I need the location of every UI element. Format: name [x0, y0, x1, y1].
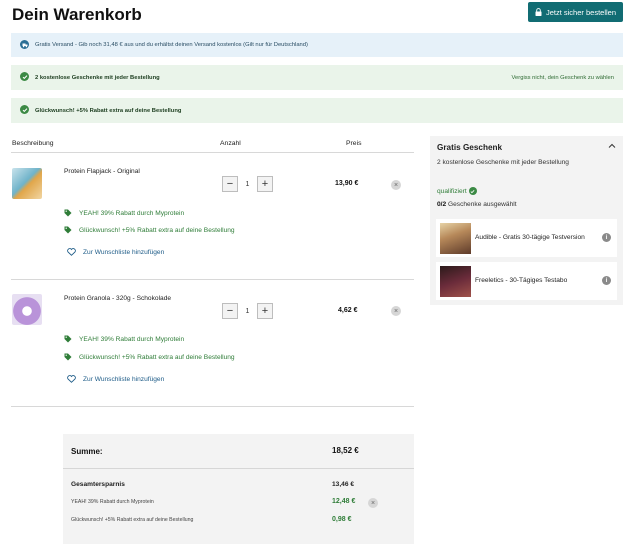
total-value: 18,52 €: [332, 446, 359, 455]
wishlist-label: Zur Wunschliste hinzufügen: [83, 375, 165, 383]
promo-text: Glückwunsch! +5% Rabatt extra auf deine …: [79, 226, 235, 234]
gift-option-audible[interactable]: Audible - Gratis 30-tägige Testversion i: [436, 219, 617, 257]
qualified-status: qualifiziert: [437, 187, 477, 195]
remove-item-button[interactable]: ×: [391, 180, 401, 190]
gift-image: [440, 265, 471, 297]
savings-row-value: 12,48 €: [332, 498, 356, 505]
free-gift-title: Gratis Geschenk: [437, 143, 503, 152]
gifts-selected-number: 0/2: [437, 201, 447, 208]
gift-reminder-link[interactable]: Vergiss nicht, dein Geschenk zu wählen: [512, 75, 614, 81]
gifts-selected-suffix: Geschenke ausgewählt: [446, 201, 517, 208]
decrease-quantity-button[interactable]: −: [222, 176, 238, 192]
rebate-banner: Glückwunsch! +5% Rabatt extra auf deine …: [11, 98, 623, 123]
checkout-button[interactable]: Jetzt sicher bestellen: [528, 2, 623, 22]
product-name[interactable]: Protein Granola - 320g - Schokolade: [64, 295, 171, 302]
check-icon: [20, 105, 29, 114]
tag-icon: [64, 353, 72, 361]
wishlist-label: Zur Wunschliste hinzufügen: [83, 248, 165, 256]
chevron-up-icon[interactable]: [607, 141, 617, 151]
shipping-banner-text: Gratis Versand - Gib noch 31,48 € aus un…: [35, 42, 308, 48]
gift-option-freeletics[interactable]: Freeletics - 30-Tägiges Testabo i: [436, 262, 617, 300]
quantity-stepper: − 1 +: [222, 303, 273, 319]
product-name[interactable]: Protein Flapjack - Original: [64, 168, 140, 175]
column-quantity: Anzahl: [220, 140, 241, 147]
total-label: Summe:: [71, 447, 103, 456]
gifts-banner: 2 kostenlose Geschenke mit jeder Bestell…: [11, 65, 623, 90]
increase-quantity-button[interactable]: +: [257, 176, 273, 192]
divider: [11, 152, 414, 153]
savings-label: Gesamtersparnis: [71, 481, 125, 488]
product-image-flapjack[interactable]: [12, 168, 42, 199]
column-description: Beschreibung: [12, 140, 54, 147]
promo-line: Glückwunsch! +5% Rabatt extra auf deine …: [64, 226, 235, 234]
promo-text: YEAH! 39% Rabatt durch Myprotein: [79, 335, 185, 343]
product-image-granola[interactable]: [12, 294, 42, 325]
divider: [63, 468, 414, 469]
savings-row-label: YEAH! 39% Rabatt durch Myprotein: [71, 499, 154, 505]
tag-icon: [64, 209, 72, 217]
page-title: Dein Warenkorb: [12, 5, 142, 24]
add-to-wishlist-link[interactable]: Zur Wunschliste hinzufügen: [67, 375, 164, 383]
promo-text: Glückwunsch! +5% Rabatt extra auf deine …: [79, 353, 235, 361]
increase-quantity-button[interactable]: +: [257, 303, 273, 319]
savings-row-value: 0,98 €: [332, 516, 352, 523]
rebate-banner-text: Glückwunsch! +5% Rabatt extra auf deine …: [35, 107, 182, 114]
gifts-banner-text: 2 kostenlose Geschenke mit jeder Bestell…: [35, 74, 160, 81]
tag-icon: [64, 226, 72, 234]
remove-item-button[interactable]: ×: [391, 306, 401, 316]
gift-name: Freeletics - 30-Tägiges Testabo: [475, 277, 568, 285]
checkout-button-label: Jetzt sicher bestellen: [545, 7, 617, 17]
remove-discount-button[interactable]: ×: [368, 498, 378, 508]
check-icon: [20, 72, 29, 81]
decrease-quantity-button[interactable]: −: [222, 303, 238, 319]
shipping-banner: Gratis Versand - Gib noch 31,48 € aus un…: [11, 33, 623, 57]
tag-icon: [64, 335, 72, 343]
promo-line: YEAH! 39% Rabatt durch Myprotein: [64, 209, 184, 217]
item-price: 13,90 €: [335, 180, 359, 187]
heart-icon: [67, 375, 76, 383]
gift-name: Audible - Gratis 30-tägige Testversion: [475, 234, 585, 242]
add-to-wishlist-link[interactable]: Zur Wunschliste hinzufügen: [67, 248, 164, 256]
promo-line: YEAH! 39% Rabatt durch Myprotein: [64, 335, 184, 343]
quantity-stepper: − 1 +: [222, 176, 273, 192]
qualified-label: qualifiziert: [437, 187, 467, 195]
quantity-value[interactable]: 1: [238, 308, 257, 315]
truck-icon: [20, 40, 29, 49]
lock-icon: [535, 8, 542, 16]
promo-line: Glückwunsch! +5% Rabatt extra auf deine …: [64, 353, 235, 361]
order-summary: [63, 434, 414, 544]
free-gift-subtitle: 2 kostenlose Geschenke mit jeder Bestell…: [437, 159, 569, 166]
info-icon[interactable]: i: [602, 233, 611, 242]
savings-row-label: Glückwunsch! +5% Rabatt extra auf deine …: [71, 517, 194, 523]
gifts-selected-count: 0/2 Geschenke ausgewählt: [437, 201, 517, 208]
savings-value: 13,46 €: [332, 481, 354, 488]
info-icon[interactable]: i: [602, 276, 611, 285]
divider: [11, 406, 414, 407]
quantity-value[interactable]: 1: [238, 181, 257, 188]
heart-icon: [67, 248, 76, 256]
check-icon: [468, 187, 477, 195]
column-price: Preis: [346, 140, 362, 147]
divider: [11, 279, 414, 280]
gift-image: [440, 222, 471, 254]
item-price: 4,62 €: [338, 307, 358, 314]
promo-text: YEAH! 39% Rabatt durch Myprotein: [79, 209, 185, 217]
